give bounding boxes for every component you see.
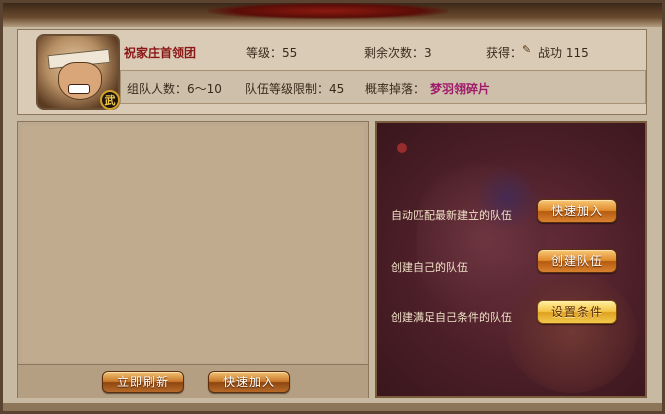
dungeon-info-panel: 武 祝家庄首领团 等级：55 剩余次数：3 获得： ✎ 战功 115 组队人数：… xyxy=(17,29,647,115)
team-size-label: 组队人数：6～10 xyxy=(127,82,222,96)
level-limit-label: 队伍等级限制：45 xyxy=(245,82,345,96)
team-list-panel: 立即刷新 快速加入 xyxy=(17,121,369,398)
top-ornament xyxy=(208,3,448,19)
quick-join-button[interactable]: 快速加入 xyxy=(537,199,617,223)
reward-value: 战功 115 xyxy=(538,46,589,60)
mouth-shape xyxy=(68,84,90,94)
class-badge: 武 xyxy=(100,90,120,110)
create-team-button[interactable]: 创建队伍 xyxy=(537,249,617,273)
level-label: 等级：55 xyxy=(246,46,298,60)
refresh-button[interactable]: 立即刷新 xyxy=(102,371,184,393)
drop-item-link[interactable]: 梦羽翎碎片 xyxy=(430,80,490,97)
set-conditions-button[interactable]: 设置条件 xyxy=(537,300,617,324)
team-action-panel: 自动匹配最新建立的队伍 快速加入 创建自己的队伍 创建队伍 创建满足自己条件的队… xyxy=(375,121,647,398)
create-conditional-team-description: 创建满足自己条件的队伍 xyxy=(391,311,512,324)
reward-label: 获得： xyxy=(486,46,523,60)
background-art-ornament xyxy=(397,143,407,153)
bottom-decoration xyxy=(3,403,662,411)
stage-name: 祝家庄首领团 xyxy=(124,46,197,60)
remaining-attempts-label: 剩余次数：3 xyxy=(364,46,432,60)
auto-match-description: 自动匹配最新建立的队伍 xyxy=(391,209,512,222)
team-dungeon-window: 武 祝家庄首领团 等级：55 剩余次数：3 获得： ✎ 战功 115 组队人数：… xyxy=(0,0,665,414)
scroll-icon: ✎ xyxy=(522,43,532,56)
quick-join-button-list[interactable]: 快速加入 xyxy=(208,371,290,393)
create-team-description: 创建自己的队伍 xyxy=(391,261,468,274)
face-shape xyxy=(58,62,102,100)
top-decoration xyxy=(3,3,662,27)
team-list-area[interactable] xyxy=(22,126,364,362)
background-art-figure-lower xyxy=(507,273,637,393)
team-list-footer: 立即刷新 快速加入 xyxy=(18,364,368,398)
drop-label: 概率掉落： xyxy=(365,82,426,96)
requirements-row: 组队人数：6～10 队伍等级限制：45 概率掉落： 梦羽翎碎片 xyxy=(120,70,646,104)
